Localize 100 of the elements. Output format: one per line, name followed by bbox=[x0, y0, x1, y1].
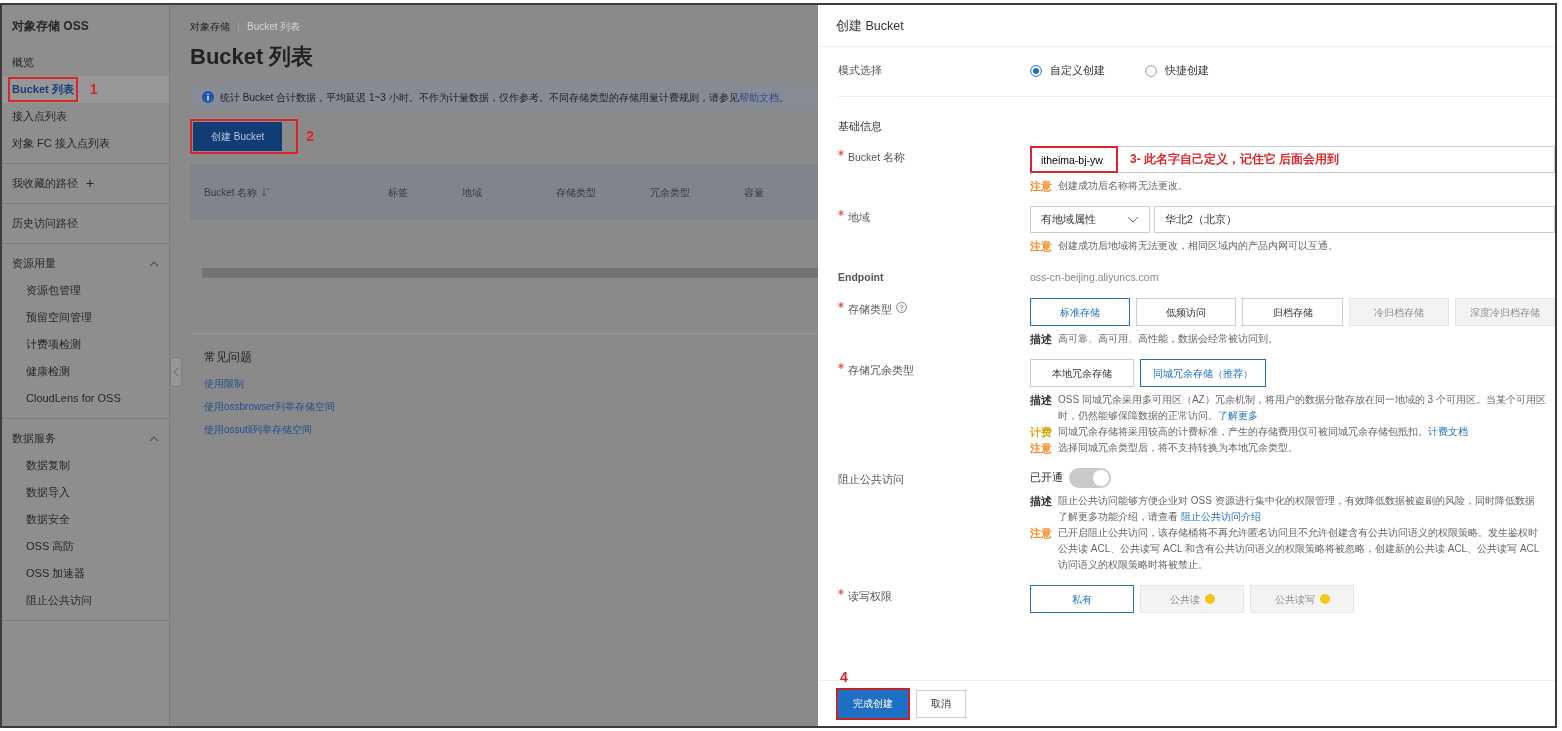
annotation-text: 3- 此名字自己定义，记住它 后面会用到 bbox=[1130, 151, 1340, 169]
note-label: 描述 bbox=[1030, 332, 1052, 348]
warning-dot-icon bbox=[1204, 594, 1215, 605]
sort-icon bbox=[261, 187, 272, 197]
sidebar-item[interactable]: 数据安全 bbox=[2, 506, 169, 533]
required-icon bbox=[838, 150, 844, 157]
sidebar-item[interactable]: 预留空间管理 bbox=[2, 304, 169, 331]
field-label: Endpoint bbox=[838, 270, 884, 286]
note-label: 注意 bbox=[1030, 526, 1052, 542]
annotation-number: 4 bbox=[840, 668, 848, 687]
faq-link[interactable]: 使用限制 bbox=[204, 376, 804, 391]
option-button[interactable]: 私有 bbox=[1030, 585, 1134, 614]
add-button[interactable]: + bbox=[86, 173, 95, 194]
field-label: 存储类型 bbox=[848, 302, 892, 318]
option-button[interactable]: 低频访问 bbox=[1136, 298, 1237, 327]
required-icon bbox=[838, 589, 844, 596]
field-label: 模式选择 bbox=[838, 63, 882, 78]
note-text: 阻止公共访问能够方便企业对 OSS 资源进行集中化的权限管理，有效降低数据被盗刷的风险，同时降低数据 bbox=[1058, 494, 1535, 509]
create-bucket-button[interactable]: 创建 Bucket bbox=[193, 122, 283, 151]
sidebar-item[interactable]: Bucket 列表 1 bbox=[2, 76, 169, 103]
collapse-icon[interactable] bbox=[149, 434, 159, 443]
faq-link[interactable]: 使用ossbrowser列举存储空间 bbox=[204, 399, 804, 414]
sidebar-item[interactable]: OSS 加速器 bbox=[2, 560, 169, 587]
sidebar-item[interactable]: OSS 高防 bbox=[2, 533, 169, 560]
sidebar-item[interactable]: 计费项检测 bbox=[2, 331, 169, 358]
note-text: 同城冗余存储将采用较高的计费标准，产生的存储费用仅可被同城冗余存储包抵扣。计费文档 bbox=[1058, 425, 1468, 440]
note-label: 描述 bbox=[1030, 494, 1052, 510]
note-text: 访问语义的权限策略时将被禁止。 bbox=[1058, 558, 1209, 573]
group-heading: 资源用量 bbox=[12, 256, 56, 272]
field-label: Bucket 名称 bbox=[848, 150, 906, 166]
column-header: 存储类型 bbox=[556, 185, 596, 200]
column-header: 地域 bbox=[462, 185, 482, 200]
sidebar-item[interactable]: 数据导入 bbox=[2, 479, 169, 506]
sidebar-item[interactable]: 我收藏的路径 + bbox=[2, 170, 169, 197]
note-text: OSS 同城冗余采用多可用区（AZ）冗余机制，将用户的数据分散存放在同一地域的 3 个可用区。当某个可用区 bbox=[1058, 393, 1546, 408]
sidebar-item[interactable]: 对象 FC 接入点列表 bbox=[2, 130, 169, 157]
note-label: 描述 bbox=[1030, 393, 1052, 409]
sidebar-item[interactable]: 接入点列表 bbox=[2, 103, 169, 130]
note-text: 时，仍然能够保障数据的正常访问。了解更多 bbox=[1058, 409, 1259, 424]
endpoint-value: oss-cn-beijing.aliyuncs.com bbox=[1030, 270, 1160, 286]
status-text: 已开通 bbox=[1030, 470, 1063, 486]
help-link[interactable]: 帮助文档 bbox=[738, 91, 779, 103]
required-icon bbox=[838, 302, 844, 309]
radio-option[interactable]: 快捷创建 bbox=[1145, 63, 1209, 79]
doc-link[interactable]: 了解更多 bbox=[1218, 410, 1258, 422]
required-icon bbox=[838, 363, 844, 370]
note-text: 创建成功后地域将无法更改，相同区域内的产品内网可以互通。 bbox=[1058, 239, 1338, 254]
field-label: 地域 bbox=[848, 210, 870, 226]
field-label: 存储冗余类型 bbox=[848, 363, 914, 379]
field-label: 阻止公共访问 bbox=[838, 472, 904, 488]
chevron-down-icon bbox=[1127, 216, 1139, 224]
note-text: 已开启阻止公共访问，该存储桶将不再允许匿名访问且不允许创建含有公共访问语义的权限策略。发生鉴权时 bbox=[1058, 526, 1539, 541]
breadcrumb-item: Bucket 列表 bbox=[247, 20, 301, 34]
collapse-icon[interactable] bbox=[149, 259, 159, 268]
breadcrumb-item[interactable]: 对象存储 bbox=[190, 19, 230, 34]
sidebar-item[interactable]: 健康检测 bbox=[2, 358, 169, 385]
note-text: 选择同城冗余类型后，将不支持转换为本地冗余类型。 bbox=[1058, 441, 1298, 456]
column-header: 标签 bbox=[388, 185, 408, 200]
required-icon bbox=[838, 210, 844, 217]
doc-link[interactable]: 计费文档 bbox=[1428, 426, 1468, 438]
note-text: 公共读 ACL、公共读写 ACL 和含有公共访问语义的权限策略将被忽略，创建新的公共读 ACL、公共读写 ACL bbox=[1058, 542, 1540, 557]
faq-title: 常见问题 bbox=[204, 349, 253, 366]
annotation-number: 1 bbox=[89, 80, 98, 99]
region-type-select[interactable]: 有地域属性 bbox=[1030, 206, 1150, 234]
sidebar-title: 对象存储 OSS bbox=[11, 18, 90, 35]
sidebar-item[interactable]: 概览 bbox=[2, 49, 169, 76]
field-label: 读写权限 bbox=[848, 589, 892, 605]
sidebar-item[interactable]: 阻止公共访问 bbox=[2, 587, 169, 614]
notice-text: 统计 Bucket 合计数据，平均延迟 1~3 小时。不作为计量数据，仅作参考。不同存储类型的存储用量计费规则，请参见帮助文档。 bbox=[220, 90, 789, 105]
column-header: 冗余类型 bbox=[650, 185, 690, 200]
scrollbar[interactable] bbox=[202, 268, 818, 278]
help-icon bbox=[896, 302, 907, 314]
column-header: Bucket 名称 bbox=[204, 185, 258, 200]
column-header: 容量 bbox=[744, 185, 764, 200]
faq-link[interactable]: 使用ossutil列举存储空间 bbox=[204, 422, 804, 437]
note-text: 创建成功后名称将无法更改。 bbox=[1058, 179, 1188, 194]
note-label: 计费 bbox=[1030, 425, 1052, 441]
note-text: 了解更多功能介绍，请查看 阻止公共访问介绍 bbox=[1058, 510, 1262, 525]
radio-option[interactable]: 自定义创建 bbox=[1030, 63, 1105, 79]
sidebar-item[interactable]: CloudLens for OSS bbox=[2, 385, 169, 412]
warning-dot-icon bbox=[1319, 594, 1330, 605]
option-button[interactable]: 同城冗余存储（推荐） bbox=[1140, 359, 1266, 388]
page-title: Bucket 列表 bbox=[190, 43, 315, 71]
note-label: 注意 bbox=[1030, 441, 1052, 457]
sidebar-item[interactable]: 资源包管理 bbox=[2, 277, 169, 304]
group-heading: 数据服务 bbox=[12, 431, 56, 447]
note-label: 注意 bbox=[1030, 239, 1052, 255]
option-button[interactable]: 归档存储 bbox=[1242, 298, 1343, 327]
cancel-button[interactable]: 取消 bbox=[916, 689, 966, 718]
drawer-title: 创建 Bucket bbox=[818, 5, 1555, 47]
info-icon bbox=[202, 91, 214, 103]
collapse-handle[interactable] bbox=[170, 357, 182, 387]
create-button[interactable]: 完成创建 bbox=[838, 689, 908, 718]
region-select[interactable]: 华北2（北京） bbox=[1154, 206, 1555, 234]
sidebar-item[interactable]: 历史访问路径 bbox=[2, 210, 169, 237]
section-heading: 基础信息 bbox=[838, 118, 883, 134]
note-text: 高可靠、高可用、高性能，数据会经常被访问到。 bbox=[1058, 332, 1278, 347]
option-button[interactable]: 本地冗余存储 bbox=[1030, 359, 1134, 388]
option-button[interactable]: 标准存储 bbox=[1030, 298, 1131, 327]
sidebar-item[interactable]: 数据复制 bbox=[2, 452, 169, 479]
